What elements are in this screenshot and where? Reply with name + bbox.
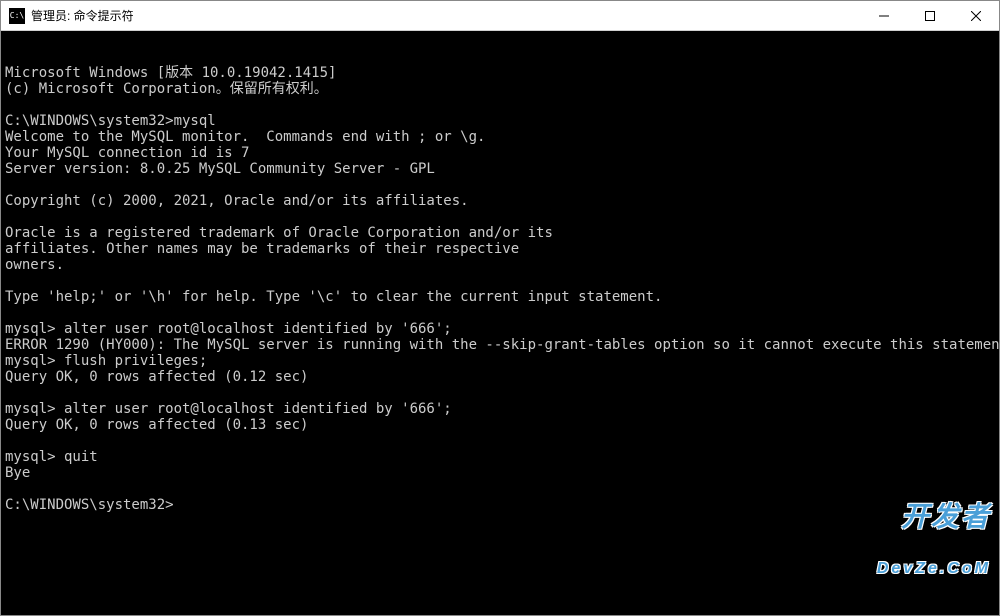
terminal-line <box>5 209 995 225</box>
window-title: 管理员: 命令提示符 <box>31 7 861 24</box>
terminal-line: Server version: 8.0.25 MySQL Community S… <box>5 161 995 177</box>
terminal-line: Microsoft Windows [版本 10.0.19042.1415] <box>5 65 995 81</box>
maximize-icon <box>925 11 935 21</box>
terminal-line: Welcome to the MySQL monitor. Commands e… <box>5 129 995 145</box>
terminal-line <box>5 305 995 321</box>
terminal-line: affiliates. Other names may be trademark… <box>5 241 995 257</box>
terminal-line <box>5 97 995 113</box>
terminal-line: Query OK, 0 rows affected (0.12 sec) <box>5 369 995 385</box>
maximize-button[interactable] <box>907 1 953 31</box>
titlebar[interactable]: C:\ 管理员: 命令提示符 <box>1 1 999 31</box>
terminal-line: mysql> alter user root@localhost identif… <box>5 401 995 417</box>
terminal-line <box>5 177 995 193</box>
terminal-line <box>5 385 995 401</box>
terminal-line: Bye <box>5 465 995 481</box>
minimize-icon <box>879 11 889 21</box>
window-controls <box>861 1 999 30</box>
watermark-en: DevZe.CoM <box>877 561 991 577</box>
close-icon <box>971 11 981 21</box>
terminal-line <box>5 273 995 289</box>
minimize-button[interactable] <box>861 1 907 31</box>
terminal-line: Oracle is a registered trademark of Orac… <box>5 225 995 241</box>
terminal-line: Query OK, 0 rows affected (0.13 sec) <box>5 417 995 433</box>
close-button[interactable] <box>953 1 999 31</box>
terminal-line: ERROR 1290 (HY000): The MySQL server is … <box>5 337 995 353</box>
terminal-line: owners. <box>5 257 995 273</box>
terminal-line: mysql> quit <box>5 449 995 465</box>
terminal-line <box>5 433 995 449</box>
terminal-line: C:\WINDOWS\system32> <box>5 497 995 513</box>
terminal-line: C:\WINDOWS\system32>mysql <box>5 113 995 129</box>
terminal-line: Type 'help;' or '\h' for help. Type '\c'… <box>5 289 995 305</box>
terminal-line: mysql> flush privileges; <box>5 353 995 369</box>
terminal-line <box>5 481 995 497</box>
app-icon: C:\ <box>9 8 25 24</box>
terminal-line: mysql> alter user root@localhost identif… <box>5 321 995 337</box>
terminal-line: Your MySQL connection id is 7 <box>5 145 995 161</box>
terminal-line: (c) Microsoft Corporation。保留所有权利。 <box>5 81 995 97</box>
terminal-output[interactable]: Microsoft Windows [版本 10.0.19042.1415](c… <box>1 31 999 615</box>
command-prompt-window: C:\ 管理员: 命令提示符 Microsoft Windows [版本 10.… <box>0 0 1000 616</box>
terminal-line: Copyright (c) 2000, 2021, Oracle and/or … <box>5 193 995 209</box>
